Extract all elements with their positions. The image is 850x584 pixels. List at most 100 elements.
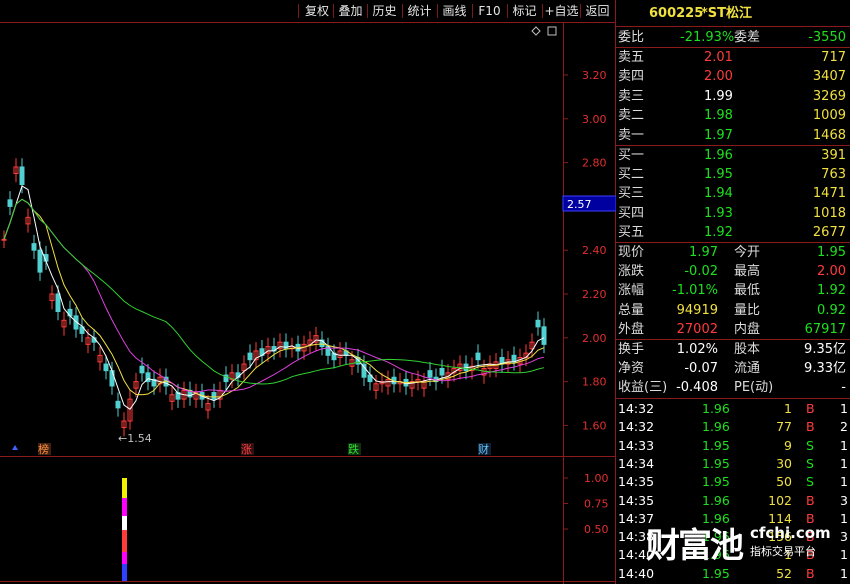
price-tick-label: 2.20 xyxy=(582,288,607,301)
chart-settings-icon[interactable] xyxy=(531,26,557,36)
stat-row[interactable]: 涨幅 -1.01% 最低 1.92 xyxy=(616,281,850,300)
buy-level-row[interactable]: 买四 1.93 1018 xyxy=(616,204,850,223)
ma-line xyxy=(3,185,545,411)
sell-level-row[interactable]: 卖五 2.01 717 xyxy=(616,48,850,67)
current-price-label: 2.57 xyxy=(567,198,592,211)
sell-volume: 3269 xyxy=(812,88,846,104)
buy-price: 1.92 xyxy=(704,224,733,240)
stat-row[interactable]: 现价 1.97 今开 1.95 xyxy=(616,243,850,262)
buy-volume: 763 xyxy=(821,167,846,183)
current-price-tag: 2.57 xyxy=(562,195,616,212)
event-marker-zhang-label: 涨 xyxy=(241,443,252,456)
sell-price: 2.00 xyxy=(704,69,733,85)
tick-count: 3 xyxy=(840,492,848,508)
stat-label: 股本 xyxy=(734,342,761,357)
stat-label: 外盘 xyxy=(618,321,645,337)
buy-price: 1.93 xyxy=(704,205,733,221)
buy-volume: 391 xyxy=(821,148,846,163)
sell-level-row[interactable]: 卖四 2.00 3407 xyxy=(616,67,850,86)
buy-level-row[interactable]: 买二 1.95 763 xyxy=(616,165,850,184)
candle-body xyxy=(37,249,43,273)
tick-row: 14:35 1.95 50 S 1 xyxy=(616,473,850,491)
tick-price: 1.96 xyxy=(702,419,730,435)
cfchi-watermark: 财富池 cfchi.com 指标交易平台 xyxy=(646,512,850,568)
event-marker-row: 榜 涨 跌 财 xyxy=(12,442,491,456)
tick-count: 1 xyxy=(840,437,848,453)
buy-level-label: 买四 xyxy=(618,205,645,221)
stat-row[interactable]: 收益(三) -0.408 PE(动) - xyxy=(616,378,850,397)
candle-body xyxy=(427,370,433,378)
stat-value: 67917 xyxy=(804,321,846,337)
tick-row: 14:34 1.95 30 S 1 xyxy=(616,455,850,473)
tick-row: 14:32 1.96 77 B 2 xyxy=(616,418,850,436)
stat-value: 1.02% xyxy=(676,342,718,357)
buy-level-row[interactable]: 买三 1.94 1471 xyxy=(616,184,850,203)
stat-value: -0.408 xyxy=(676,380,718,396)
divider xyxy=(616,26,850,27)
sell-price: 1.99 xyxy=(704,88,733,104)
tick-count: 1 xyxy=(840,474,848,490)
sell-volume: 1009 xyxy=(812,108,846,124)
buy-price: 1.95 xyxy=(704,167,733,183)
sell-level-row[interactable]: 卖三 1.99 3269 xyxy=(616,87,850,106)
tick-price: 1.95 xyxy=(702,474,730,490)
stat-value: - xyxy=(841,380,846,396)
stat-value: -1.01% xyxy=(672,283,718,299)
stat-row[interactable]: 净资 -0.07 流通 9.33亿 xyxy=(616,359,850,378)
price-tick-label: 3.00 xyxy=(582,113,607,126)
volume-tick-label: 1.00 xyxy=(584,472,609,485)
buy-volume: 2677 xyxy=(812,224,846,240)
tick-volume: 1 xyxy=(784,401,792,416)
stat-row[interactable]: 换手 1.02% 股本 9.35亿 xyxy=(616,340,850,359)
stat-label: PE(动) xyxy=(734,380,774,396)
tick-volume: 77 xyxy=(776,419,792,435)
stat-row[interactable]: 总量 94919 量比 0.92 xyxy=(616,301,850,320)
buy-level-row[interactable]: 买一 1.96 391 xyxy=(616,146,850,165)
stat-row[interactable]: 外盘 27002 内盘 67917 xyxy=(616,320,850,339)
tick-volume: 30 xyxy=(776,455,792,471)
sell-level-label: 卖五 xyxy=(618,50,645,65)
sell-level-row[interactable]: 卖一 1.97 1468 xyxy=(616,126,850,145)
candle-body xyxy=(7,199,13,207)
tick-time: 14:35 xyxy=(618,492,655,508)
stat-label: 量比 xyxy=(734,302,761,318)
stat-label: 最高 xyxy=(734,264,761,280)
buy-level-row[interactable]: 买五 1.92 2677 xyxy=(616,223,850,242)
stat-label: 流通 xyxy=(734,361,761,377)
volume-spike-bar xyxy=(122,478,127,581)
kline-chart[interactable]: 3.203.002.802.602.402.202.001.801.60 2.5… xyxy=(0,0,616,584)
price-tick-label: 1.60 xyxy=(582,419,607,432)
weicha-value: -3550 xyxy=(808,30,846,45)
event-marker-bang-label: 榜 xyxy=(38,442,49,456)
sell-level-label: 卖一 xyxy=(618,127,645,143)
price-tick-label: 1.80 xyxy=(582,376,607,389)
sell-level-row[interactable]: 卖二 1.98 1009 xyxy=(616,106,850,125)
candle-body xyxy=(31,243,37,251)
divider xyxy=(616,398,850,399)
stat-row[interactable]: 涨跌 -0.02 最高 2.00 xyxy=(616,262,850,281)
volume-tick-label: 0.75 xyxy=(584,498,609,511)
tick-row: 14:32 1.96 1 B 1 xyxy=(616,400,850,418)
tick-side: S xyxy=(806,455,814,471)
sell-level-label: 卖四 xyxy=(618,69,645,85)
tick-volume: 9 xyxy=(784,437,792,453)
buy-price: 1.96 xyxy=(704,148,733,163)
watermark-site: cfchi.com xyxy=(750,524,831,542)
stat-value: 9.35亿 xyxy=(804,342,846,357)
candle-body xyxy=(139,365,145,374)
watermark-slogan: 指标交易平台 xyxy=(750,545,816,558)
stat-value: 1.97 xyxy=(689,245,718,260)
candle-body xyxy=(211,392,217,400)
stock-code: 600225 xyxy=(649,6,704,21)
stat-label: 总量 xyxy=(618,302,645,318)
tick-price: 1.95 xyxy=(702,455,730,471)
tick-count: 2 xyxy=(840,419,848,435)
tick-side: S xyxy=(806,437,814,453)
stat-label: 今开 xyxy=(734,245,761,260)
tick-price: 1.95 xyxy=(702,437,730,453)
buy-volume: 1471 xyxy=(812,186,846,202)
quote-panel: 600225 *ST松江 委比 -21.93% 委差 -3550 卖五 2.01 7… xyxy=(616,0,850,584)
tick-volume: 102 xyxy=(768,492,792,508)
candle-body xyxy=(439,367,445,376)
sell-volume: 1468 xyxy=(812,127,846,143)
